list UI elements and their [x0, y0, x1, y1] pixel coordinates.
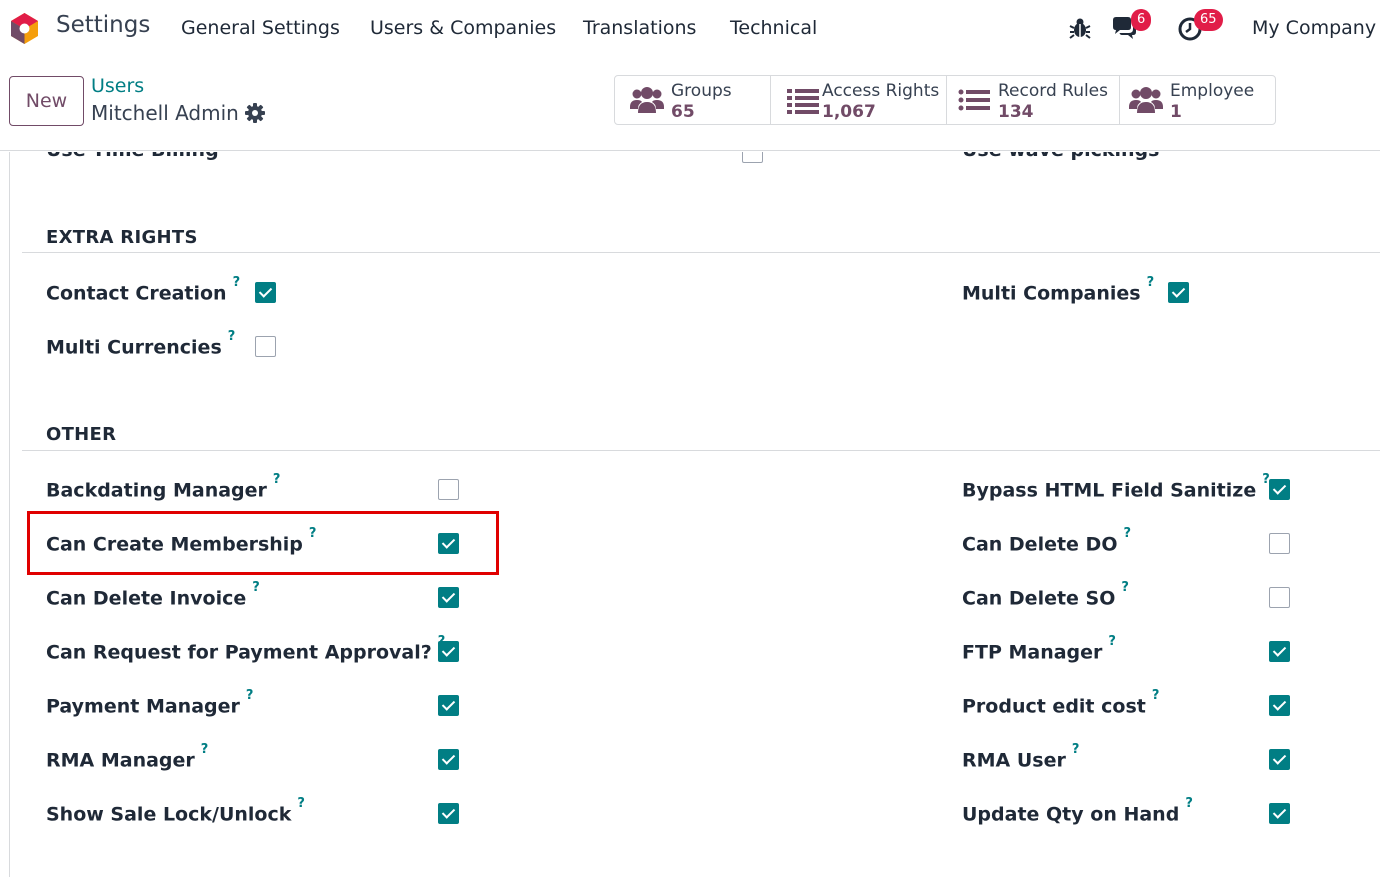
stat-value-groups: 65 [671, 102, 695, 122]
checkbox-product-edit-cost[interactable] [1269, 695, 1290, 716]
breadcrumb-users[interactable]: Users [91, 75, 144, 97]
stat-label-groups: Groups [671, 81, 732, 101]
field-label-rma-manager: RMA Manager? [46, 742, 209, 772]
field-label-can-delete-invoice: Can Delete Invoice? [46, 580, 260, 610]
checkbox-can-delete-invoice[interactable] [438, 587, 459, 608]
menu-translations[interactable]: Translations [583, 17, 696, 39]
field-label-contact-creation: Contact Creation? [46, 275, 241, 305]
app-title[interactable]: Settings [56, 12, 150, 38]
record-name: Mitchell Admin [91, 101, 239, 125]
stat-value-access-rights: 1,067 [822, 102, 876, 122]
smart-buttons: Groups 65 Access Rights 1,067 Record Rul… [614, 75, 1276, 125]
field-label-product-edit-cost: Product edit cost? [962, 688, 1160, 718]
checkbox-show-sale-lock-unlock[interactable] [438, 803, 459, 824]
help-tooltip-icon[interactable]: ? [228, 329, 236, 344]
checkbox-rma-manager[interactable] [438, 749, 459, 770]
control-panel: New Users Mitchell Admin Groups 65 Acces… [0, 57, 1380, 151]
menu-general-settings[interactable]: General Settings [181, 17, 340, 39]
checkbox-can-delete-do[interactable] [1269, 533, 1290, 554]
section-title-extra-rights: EXTRA RIGHTS [46, 227, 198, 248]
field-label-multi-companies: Multi Companies? [962, 275, 1155, 305]
help-tooltip-icon[interactable]: ? [309, 526, 317, 541]
stat-button-record-rules[interactable]: Record Rules 134 [947, 76, 1120, 124]
field-label: Use wave pickings [962, 152, 1159, 161]
help-tooltip-icon[interactable]: ? [1185, 796, 1193, 811]
help-tooltip-icon[interactable]: ? [1108, 634, 1116, 649]
top-navbar: Settings General Settings Users & Compan… [0, 0, 1380, 57]
checkbox-backdating-manager[interactable] [438, 479, 459, 500]
menu-users-companies[interactable]: Users & Companies [370, 17, 556, 39]
checkbox-can-delete-so[interactable] [1269, 587, 1290, 608]
checkbox-contact-creation[interactable] [255, 282, 276, 303]
stat-value-record-rules: 134 [998, 102, 1034, 122]
list-icon [958, 89, 990, 111]
checkbox-can-create-membership[interactable] [438, 533, 459, 554]
checkbox-bypass-html-field-sanitize[interactable] [1269, 479, 1290, 500]
help-tooltip-icon[interactable]: ? [246, 688, 254, 703]
field-label-payment-manager: Payment Manager? [46, 688, 254, 718]
stat-button-access-rights[interactable]: Access Rights 1,067 [771, 76, 947, 124]
help-tooltip-icon[interactable]: ? [1123, 526, 1131, 541]
stat-label-employee: Employee [1170, 81, 1255, 101]
users-icon [1129, 87, 1163, 113]
section-divider [22, 450, 1380, 451]
checkbox-multi-companies[interactable] [1168, 282, 1189, 303]
field-label-can-create-membership: Can Create Membership? [46, 526, 317, 556]
list-icon [787, 89, 819, 114]
help-tooltip-icon[interactable]: ? [1072, 742, 1080, 757]
help-tooltip-icon[interactable]: ? [297, 796, 305, 811]
stat-button-groups[interactable]: Groups 65 [615, 76, 771, 124]
field-label-can-request-payment-approval: Can Request for Payment Approval?? [46, 634, 445, 663]
checkbox-update-qty-on-hand[interactable] [1269, 803, 1290, 824]
help-tooltip-icon[interactable]: ? [1121, 580, 1129, 595]
odoo-logo-icon[interactable] [9, 12, 40, 45]
checkbox-payment-manager[interactable] [438, 695, 459, 716]
section-title-other: OTHER [46, 424, 117, 445]
users-icon [630, 87, 664, 113]
gear-icon[interactable] [245, 103, 265, 123]
checkbox-ftp-manager[interactable] [1269, 641, 1290, 662]
stat-button-employee[interactable]: Employee 1 [1120, 76, 1275, 124]
field-label-can-delete-do: Can Delete DO? [962, 526, 1132, 556]
stat-value-employee: 1 [1170, 102, 1182, 122]
help-tooltip-icon[interactable]: ? [1147, 275, 1155, 290]
help-tooltip-icon[interactable]: ? [201, 742, 209, 757]
field-label-bypass-html-field-sanitize: Bypass HTML Field Sanitize? [962, 472, 1270, 502]
help-tooltip-icon[interactable]: ? [233, 275, 241, 290]
checkbox-can-request-payment-approval[interactable] [438, 641, 459, 662]
field-label-update-qty-on-hand: Update Qty on Hand? [962, 796, 1193, 826]
field-label: Use Time Billing [46, 152, 219, 161]
field-checkbox[interactable] [742, 152, 763, 163]
checkbox-rma-user[interactable] [1269, 749, 1290, 770]
help-tooltip-icon[interactable]: ? [252, 580, 260, 595]
company-switcher[interactable]: My Company [1252, 17, 1376, 39]
checkbox-multi-currencies[interactable] [255, 336, 276, 357]
activities-badge: 65 [1194, 9, 1223, 31]
field-label-backdating-manager: Backdating Manager? [46, 472, 281, 502]
bug-icon[interactable] [1066, 14, 1094, 42]
stat-label-record-rules: Record Rules [998, 81, 1109, 101]
field-label-rma-user: RMA User? [962, 742, 1080, 772]
field-label-ftp-manager: FTP Manager? [962, 634, 1116, 664]
help-tooltip-icon[interactable]: ? [273, 472, 281, 487]
new-button[interactable]: New [9, 76, 84, 126]
help-tooltip-icon[interactable]: ? [1152, 688, 1160, 703]
stat-label-access-rights: Access Rights [822, 81, 940, 101]
form-sheet: Use Time Billing Use wave pickings EXTRA… [0, 152, 1380, 877]
field-label-can-delete-so: Can Delete SO? [962, 580, 1129, 610]
field-label-multi-currencies: Multi Currencies? [46, 329, 236, 359]
messages-badge: 6 [1131, 9, 1152, 31]
sheet-border [9, 152, 10, 877]
section-divider [22, 252, 1380, 253]
menu-technical[interactable]: Technical [730, 17, 817, 39]
field-label-show-sale-lock-unlock: Show Sale Lock/Unlock? [46, 796, 305, 826]
